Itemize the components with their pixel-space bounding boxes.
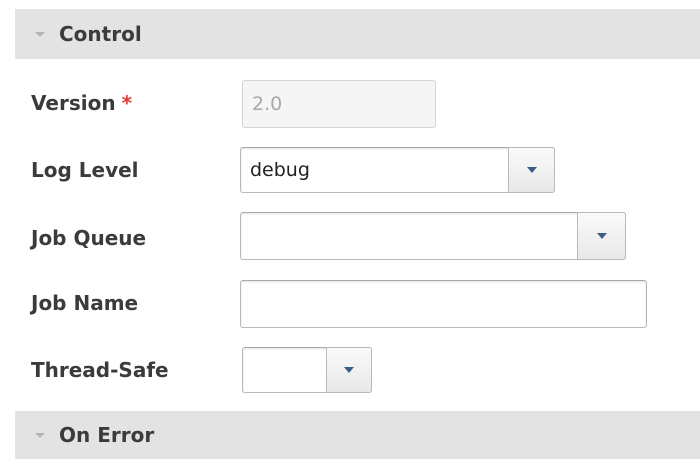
log-level-value: debug xyxy=(250,159,310,181)
dropdown-arrow-icon xyxy=(596,233,607,239)
required-asterisk: * xyxy=(121,91,133,115)
thread-safe-select[interactable] xyxy=(242,347,372,393)
properties-panel: Control Version * 2.0 Log Level debug Job… xyxy=(0,0,700,459)
log-level-select[interactable]: debug xyxy=(240,147,555,193)
job-name-input[interactable] xyxy=(240,280,647,328)
log-level-dropdown-button[interactable] xyxy=(508,147,555,193)
job-name-label: Job Name xyxy=(31,291,139,315)
job-queue-dropdown-button[interactable] xyxy=(577,212,626,260)
thread-safe-dropdown-button[interactable] xyxy=(326,347,372,393)
job-queue-select[interactable] xyxy=(240,212,626,260)
section-header-on-error[interactable]: On Error xyxy=(15,411,700,459)
version-label-text: Version xyxy=(31,91,116,115)
log-level-label: Log Level xyxy=(31,158,139,182)
collapse-triangle-icon[interactable] xyxy=(35,432,45,438)
version-label: Version * xyxy=(31,91,132,115)
collapse-triangle-icon[interactable] xyxy=(35,31,45,37)
section-title-control: Control xyxy=(59,22,142,46)
thread-safe-label: Thread-Safe xyxy=(31,358,169,382)
dropdown-arrow-icon xyxy=(344,367,354,373)
dropdown-arrow-icon xyxy=(526,167,537,173)
version-field: 2.0 xyxy=(242,80,436,128)
section-header-control[interactable]: Control xyxy=(15,9,700,59)
version-value: 2.0 xyxy=(252,93,283,115)
section-title-on-error: On Error xyxy=(59,423,155,447)
job-queue-label: Job Queue xyxy=(31,226,147,250)
